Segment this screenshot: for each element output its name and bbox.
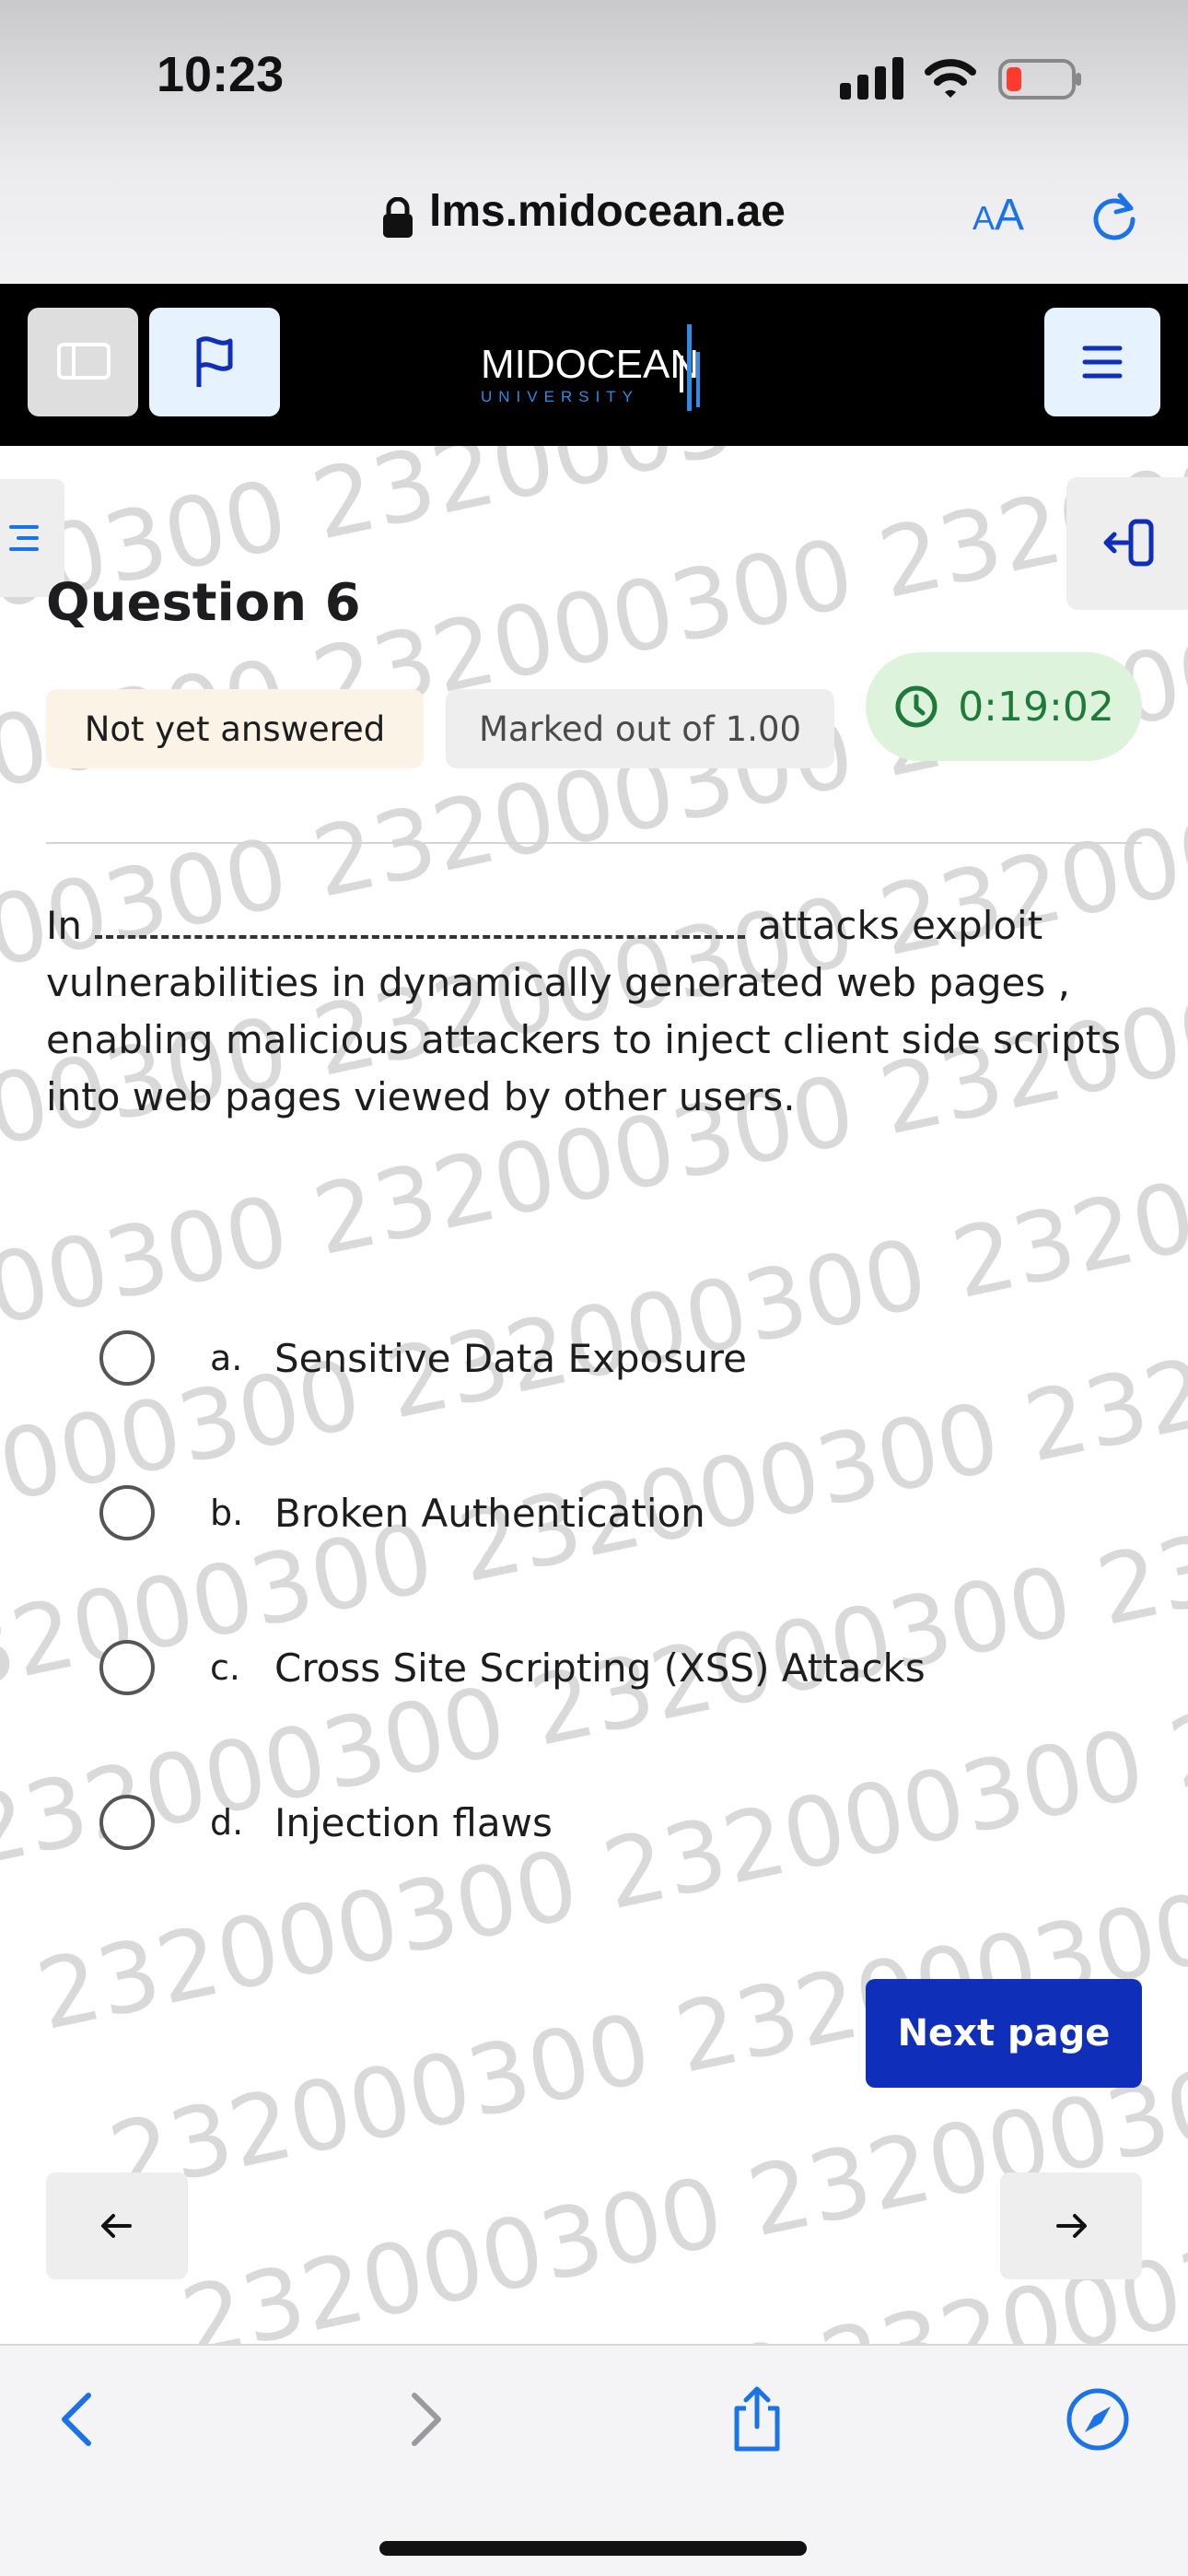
radio-button[interactable] xyxy=(99,1640,155,1695)
divider xyxy=(46,842,1142,844)
lock-icon xyxy=(383,197,413,238)
hamburger-icon xyxy=(1082,345,1123,379)
option-label: Cross Site Scripting (XSS) Attacks xyxy=(274,1645,926,1691)
next-page-button[interactable]: Next page xyxy=(866,1979,1142,2088)
arrow-right-icon xyxy=(1056,2214,1087,2238)
radio-button[interactable] xyxy=(99,1330,155,1386)
question-text: In attacks exploit vulnerabilities in dyn… xyxy=(46,903,1122,1119)
watermark-text: 232000300 232000300 232000300 232000300 xyxy=(0,446,1188,682)
question-title: Question 6 xyxy=(46,573,361,633)
timer-value: 0:19:02 xyxy=(958,683,1114,731)
answer-option-c[interactable]: c. Cross Site Scripting (XSS) Attacks xyxy=(99,1631,1020,1704)
drawer-toggle-button[interactable] xyxy=(28,308,138,416)
clock-icon xyxy=(895,685,938,728)
home-indicator xyxy=(379,2541,807,2556)
exit-quiz-button[interactable] xyxy=(1066,477,1188,610)
marks-badge: Marked out of 1.00 xyxy=(446,689,834,768)
answer-option-d[interactable]: d. Injection flaws xyxy=(99,1786,1020,1859)
compass-icon[interactable] xyxy=(1065,2386,1131,2453)
battery-icon xyxy=(998,59,1081,100)
previous-question-button[interactable] xyxy=(46,2172,188,2279)
forward-icon[interactable] xyxy=(390,2386,457,2453)
midocean-university-logo: MIDOCEAN UNIVERSITY xyxy=(481,324,700,411)
cellular-signal-icon xyxy=(840,57,903,100)
radio-button[interactable] xyxy=(99,1795,155,1850)
answer-option-a[interactable]: a. Sensitive Data Exposure xyxy=(99,1321,1020,1395)
svg-text:MIDOCEAN: MIDOCEAN xyxy=(481,342,699,387)
svg-text:UNIVERSITY: UNIVERSITY xyxy=(481,388,639,405)
arrow-left-icon xyxy=(101,2214,132,2238)
option-label: Injection flaws xyxy=(274,1799,553,1845)
wifi-icon xyxy=(925,59,976,98)
answer-status-badge: Not yet answered xyxy=(46,689,424,768)
back-icon[interactable] xyxy=(46,2386,112,2453)
share-icon[interactable] xyxy=(724,2386,790,2453)
watermark-text: 232000300 232000300 232000300 232000300 xyxy=(28,1467,1188,2052)
next-question-button[interactable] xyxy=(1000,2172,1142,2279)
quiz-timer: 0:19:02 xyxy=(866,652,1142,761)
main-menu-button[interactable] xyxy=(1044,308,1160,416)
watermark-text: 232000300 232000300 232000300 232000300 xyxy=(100,1630,1188,2215)
radio-button[interactable] xyxy=(99,1485,155,1540)
answer-blank xyxy=(95,906,746,939)
exit-icon xyxy=(1103,519,1154,567)
status-time: 10:23 xyxy=(157,47,285,102)
flag-question-button[interactable] xyxy=(149,308,280,416)
option-label: Broken Authentication xyxy=(274,1490,705,1536)
option-label: Sensitive Data Exposure xyxy=(274,1335,747,1381)
flag-icon xyxy=(196,336,233,387)
url-text[interactable]: lms.midocean.ae xyxy=(429,186,786,237)
drawer-icon xyxy=(57,343,111,380)
reload-icon[interactable] xyxy=(1089,190,1140,241)
text-size-button[interactable]: AA xyxy=(973,190,1024,240)
answer-option-b[interactable]: b. Broken Authentication xyxy=(99,1476,1020,1550)
